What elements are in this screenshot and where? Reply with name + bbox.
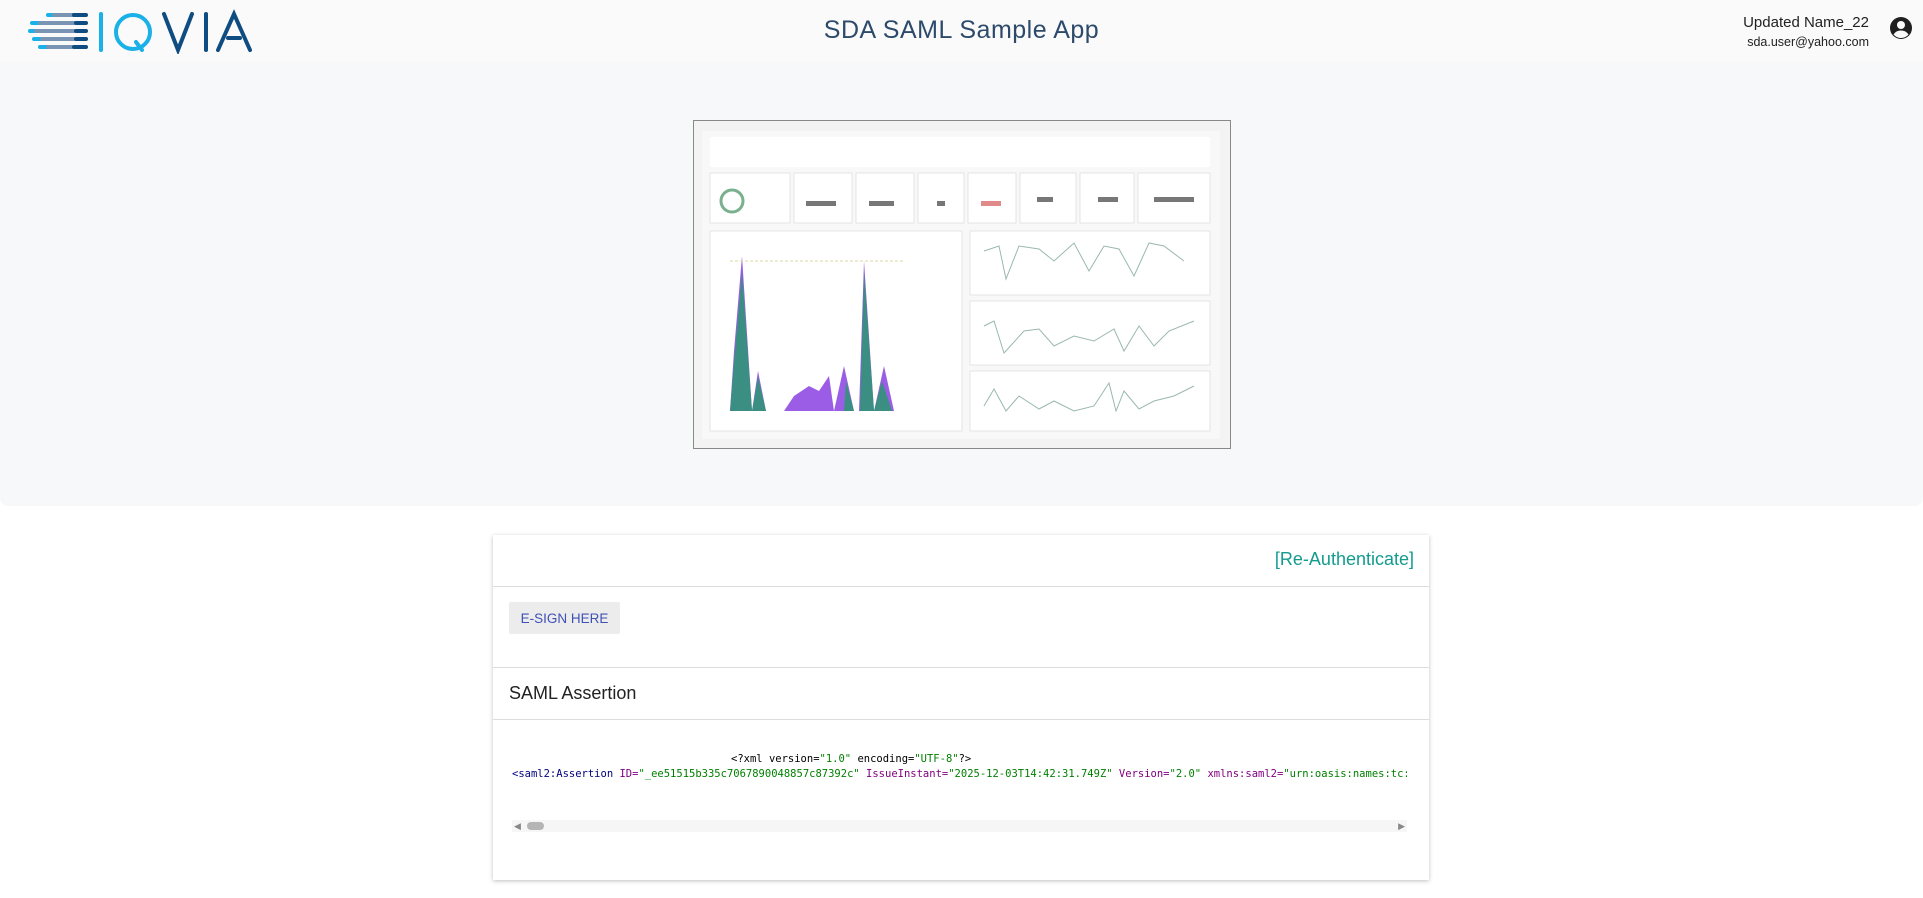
xml-value: "2025-12-03T14:42:31.749Z": [948, 768, 1113, 780]
scrollbar-thumb[interactable]: [527, 822, 544, 830]
xml-attr: encoding=: [851, 753, 915, 765]
xml-value: "UTF-8": [914, 753, 959, 765]
banner: [0, 62, 1923, 506]
xml-decl-close: ?>: [958, 753, 972, 765]
user-info: Updated Name_22 sda.user@yahoo.com: [1743, 14, 1869, 49]
account-circle-icon[interactable]: [1889, 16, 1913, 45]
saml-assertion-title: SAML Assertion: [509, 683, 637, 703]
app-title: SDA SAML Sample App: [823, 16, 1100, 44]
xml-value: "1.0": [819, 753, 852, 765]
esign-button[interactable]: E-SIGN HERE: [509, 602, 620, 634]
horizontal-scrollbar[interactable]: ◀ ▶: [512, 820, 1407, 832]
xml-tag: <saml2:Assertion: [512, 768, 614, 780]
esign-section: E-SIGN HERE: [493, 587, 1429, 668]
scroll-right-icon[interactable]: ▶: [1398, 821, 1405, 832]
dashboard-preview-image: [693, 120, 1231, 449]
xml-attr: xmlns:saml2=: [1201, 768, 1284, 780]
app-header: SDA SAML Sample App Updated Name_22 sda.…: [0, 0, 1923, 62]
xml-value: "urn:oasis:names:tc:SAML:2: [1283, 768, 1407, 780]
xml-value: "2.0": [1169, 768, 1202, 780]
xml-attr: Version=: [1112, 768, 1170, 780]
xml-attr: version=: [768, 753, 820, 765]
xml-value: "_ee51515b335c7067890048857c87392c": [638, 768, 860, 780]
assertion-line: <saml2:Assertion ID="_ee51515b335c706789…: [512, 767, 1407, 782]
saml-assertion-header: SAML Assertion: [493, 668, 1429, 720]
scroll-left-icon[interactable]: ◀: [514, 821, 521, 832]
xml-attr: IssueInstant=: [859, 768, 949, 780]
user-name: Updated Name_22: [1743, 14, 1869, 31]
user-email: sda.user@yahoo.com: [1747, 35, 1869, 49]
saml-assertion-code: <?xml version="1.0" encoding="UTF-8"?> <s…: [512, 752, 1407, 822]
re-authenticate-link[interactable]: [Re-Authenticate]: [1275, 549, 1414, 570]
xml-decl-open: <?xml: [731, 753, 769, 765]
card-header: [Re-Authenticate]: [493, 535, 1429, 587]
xml-attr: ID=: [613, 768, 639, 780]
saml-card: [Re-Authenticate] E-SIGN HERE SAML Asser…: [493, 535, 1429, 880]
xml-declaration: <?xml version="1.0" encoding="UTF-8"?>: [512, 752, 1407, 767]
